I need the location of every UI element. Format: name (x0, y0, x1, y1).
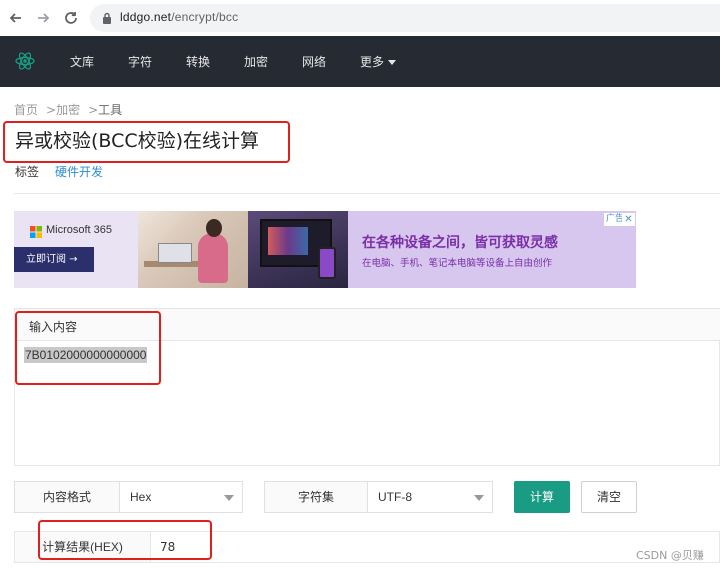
format-select-value: Hex (130, 490, 152, 504)
ad-phone (318, 247, 336, 279)
ad-subline: 在电脑、手机、笔记本电脑等设备上自由创作 (362, 258, 553, 269)
caret-down-icon (388, 60, 397, 65)
ad-subscribe-button[interactable]: 立即订阅 → (14, 247, 94, 272)
chevron-down-icon (224, 495, 234, 501)
clear-button[interactable]: 清空 (581, 481, 637, 513)
nav-item-convert[interactable]: 转换 (186, 53, 210, 70)
site-navbar: 文库 字符 转换 加密 网络 更多 (0, 36, 720, 87)
ad-brand-panel: Microsoft 365 立即订阅 → (14, 211, 138, 288)
breadcrumb-home[interactable]: 首页 (14, 103, 38, 117)
tags-label: 标签 (15, 165, 40, 179)
input-highlight-box (15, 311, 161, 385)
reload-icon[interactable] (61, 8, 81, 28)
format-select[interactable]: Hex (120, 481, 243, 513)
ad-brand: Microsoft 365 (46, 224, 113, 236)
charset-select[interactable]: UTF-8 (368, 481, 493, 513)
charset-label: 字符集 (264, 481, 368, 513)
chevron-down-icon (474, 495, 484, 501)
breadcrumb: 首页 >加密 >工具 (14, 101, 122, 118)
nav-item-network[interactable]: 网络 (302, 53, 326, 70)
nav-item-encrypt[interactable]: 加密 (244, 53, 268, 70)
result-highlight-box (38, 520, 212, 560)
browser-toolbar: lddgo.net/encrypt/bcc (0, 0, 720, 36)
nav-more-label: 更多 (360, 55, 385, 69)
microsoft-logo-icon (30, 226, 42, 238)
ad-monitor-image (268, 227, 308, 255)
ad-banner[interactable]: Microsoft 365 立即订阅 → 在各种设备之间，皆可获取灵感 在电脑、… (14, 211, 636, 288)
calculate-button[interactable]: 计算 (514, 481, 570, 513)
url-path: /encrypt/bcc (171, 10, 239, 24)
nav-item-library[interactable]: 文库 (70, 53, 94, 70)
ad-photo-devices (248, 211, 348, 288)
ad-person (198, 233, 228, 283)
nav-item-characters[interactable]: 字符 (128, 53, 152, 70)
ad-laptop (158, 243, 192, 263)
close-icon[interactable]: ✕ (622, 213, 635, 226)
site-logo-icon[interactable] (14, 50, 36, 72)
url-text: lddgo.net/encrypt/bcc (120, 10, 238, 24)
lock-icon (103, 12, 111, 24)
ad-headline: 在各种设备之间，皆可获取灵感 (362, 235, 558, 251)
address-bar[interactable]: lddgo.net/encrypt/bcc (90, 4, 720, 32)
nav-item-more[interactable]: 更多 (360, 53, 397, 70)
charset-select-value: UTF-8 (378, 490, 412, 504)
forward-arrow-icon[interactable] (33, 8, 53, 28)
divider (14, 193, 720, 194)
back-arrow-icon[interactable] (6, 8, 26, 28)
breadcrumb-separator: > (88, 103, 99, 117)
url-host: lddgo.net (120, 10, 172, 24)
title-highlight-box (3, 121, 290, 163)
watermark: CSDN @贝赚 (636, 549, 704, 562)
breadcrumb-encrypt[interactable]: 加密 (56, 103, 80, 117)
ad-photo-person (138, 211, 248, 288)
breadcrumb-separator: > (46, 103, 57, 117)
ad-person-head (206, 219, 222, 237)
tag-link-hardware[interactable]: 硬件开发 (55, 163, 103, 180)
breadcrumb-tools: 工具 (98, 103, 123, 117)
format-label: 内容格式 (14, 481, 120, 513)
